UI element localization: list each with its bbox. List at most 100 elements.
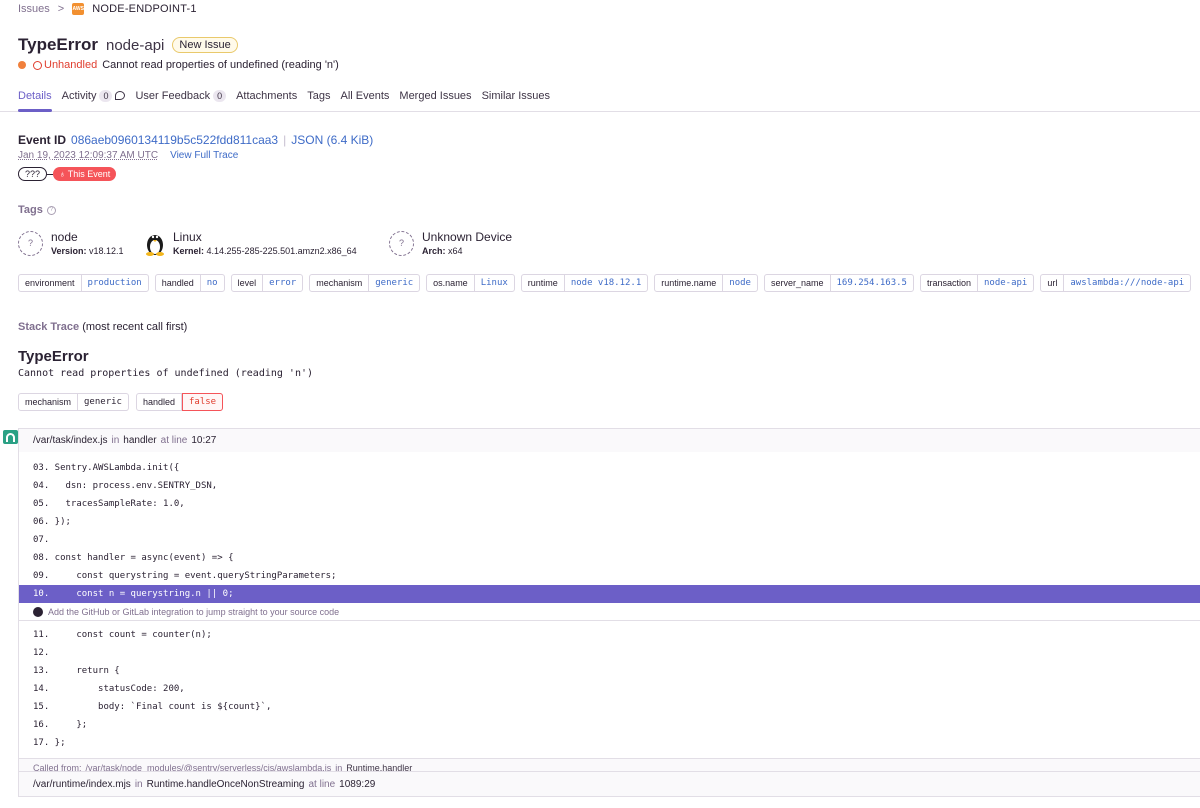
frame-in: in [134,778,143,790]
integration-hint-text: Add the GitHub or GitLab integration to … [48,606,340,617]
tab-user-feedback[interactable]: User Feedback 0 [135,84,227,111]
tag-value[interactable]: no [201,275,224,291]
in-app-frame-icon [3,430,18,444]
linux-tux-icon [146,235,164,256]
breadcrumb: Issues > AWS NODE-ENDPOINT-1 [18,3,197,15]
timeline-this-event[interactable]: ♁ This Event [53,167,117,181]
code-line: 16. }; [33,720,88,730]
issue-title-row: TypeError node-api New Issue [18,35,238,55]
tag-value[interactable]: 169.254.163.5 [831,275,913,291]
frame-line: 10:27 [191,435,217,446]
tag-value: false [182,393,224,411]
timeline-prev-event[interactable]: ??? [18,167,48,181]
tag-key: mechanism [19,394,79,410]
frame-at-line: at line [160,435,188,446]
tag-runtime[interactable]: runtime node v18.12.1 [520,274,649,292]
handled-tag: handled false [135,393,224,411]
code-line: 04. dsn: process.env.SENTRY_DSN, [33,481,218,491]
divider: | [283,133,287,147]
code-line: 05. tracesSampleRate: 1.0, [33,499,185,509]
tab-label: Attachments [236,90,298,102]
context-sub-key: Arch: [422,246,446,256]
tag-value[interactable]: node [723,275,757,291]
event-timeline: ??? ♁ This Event [18,167,117,181]
issue-subtitle: Unhandled Cannot read properties of unde… [18,59,339,71]
code-line: 14. statusCode: 200, [33,684,185,694]
tag-value[interactable]: error [263,275,302,291]
tag-key: os.name [427,275,475,291]
skull-icon [33,60,42,70]
frame-function: handler [123,435,157,446]
event-id-row: Event ID 086aeb0960134119b5c522fdd811caa… [18,133,373,147]
tag-level[interactable]: level error [230,274,304,292]
context-sub: Arch: x64 [422,246,512,256]
tab-similar-issues[interactable]: Similar Issues [482,84,550,111]
stack-trace-title: Stack Trace [18,321,80,333]
tag-handled[interactable]: handled no [154,274,225,292]
issue-tabs: Details Activity 0 User Feedback 0 Attac… [0,84,1200,112]
tag-url[interactable]: url awslambda:///node-api [1040,274,1192,292]
frame-header[interactable]: /var/runtime/index.mjs in Runtime.handle… [19,772,1200,796]
tab-tags[interactable]: Tags [307,84,330,111]
tag-os-name[interactable]: os.name Linux [426,274,515,292]
mechanism-tags: mechanism generic handled false [18,393,224,411]
tag-environment[interactable]: environment production [18,274,149,292]
feedback-count: 0 [213,90,227,102]
tag-value[interactable]: Linux [475,275,514,291]
tag-mechanism[interactable]: mechanism generic [309,274,421,292]
context-sub-value: 4.14.255-285-225.501.amzn2.x86_64 [206,246,357,256]
tag-value[interactable]: node-api [978,275,1033,291]
tab-attachments[interactable]: Attachments [236,84,297,111]
tab-merged-issues[interactable]: Merged Issues [399,84,471,111]
issue-culprit: node-api [106,36,165,54]
context-device: ? Unknown Device Arch: x64 [389,230,512,256]
context-sub-value: v18.12.1 [89,246,124,256]
active-code-line: 10. const n = querystring.n || 0; [19,585,1200,603]
frame-file: /var/runtime/index.mjs [33,778,131,790]
exception-type: TypeError [18,348,89,365]
unhandled-text: Unhandled [44,59,98,71]
event-id-link[interactable]: 086aeb0960134119b5c522fdd811caa3 [71,133,278,147]
tag-value[interactable]: production [82,275,148,291]
unknown-icon: ? [389,230,414,256]
tag-key: handled [137,394,182,410]
level-dot-icon [18,61,26,69]
tag-runtime-name[interactable]: runtime.name node [654,274,758,292]
tab-all-events[interactable]: All Events [340,84,389,111]
context-name: Unknown Device [422,230,513,244]
integration-hint[interactable]: Add the GitHub or GitLab integration to … [19,603,1200,621]
context-runtime: ? node Version: v18.12.1 [18,230,145,256]
tag-server-name[interactable]: server_name 169.254.163.5 [763,274,914,292]
tab-label: Similar Issues [481,90,551,102]
event-date: Jan 19, 2023 12:09:37 AM UTC [18,150,159,161]
context-summary: ? node Version: v18.12.1 Linux Kernel: 4… [18,230,512,256]
frame-header[interactable]: /var/task/index.js in handler at line 10… [19,429,1200,452]
this-event-label: This Event [67,169,111,179]
help-icon[interactable]: ? [46,205,56,215]
breadcrumb-project[interactable]: NODE-ENDPOINT-1 [92,3,196,15]
code-context: 03. Sentry.AWSLambda.init({ 04. dsn: pro… [19,452,1200,758]
tag-key: mechanism [310,275,370,291]
tags-label: Tags [18,204,43,216]
code-line: 11. const count = counter(n); [33,630,212,640]
tag-value[interactable]: generic [369,275,419,291]
view-full-trace-link[interactable]: View Full Trace [170,150,238,161]
tag-value[interactable]: node v18.12.1 [565,275,647,291]
frame-in: in [111,435,120,446]
event-date-row: Jan 19, 2023 12:09:37 AM UTC View Full T… [18,150,238,161]
tag-key: transaction [921,275,978,291]
json-link[interactable]: JSON (6.4 KiB) [291,133,373,147]
issue-message: Cannot read properties of undefined (rea… [102,59,339,71]
github-icon [33,606,43,617]
context-name: node [51,230,78,244]
context-sub-key: Kernel: [173,246,205,256]
context-sub-value: x64 [448,246,463,256]
stack-frame-handler: /var/task/index.js in handler at line 10… [18,428,1200,778]
fire-icon: ♁ [59,169,66,179]
tag-value[interactable]: awslambda:///node-api [1064,275,1190,291]
tag-key: level [232,275,264,291]
tag-transaction[interactable]: transaction node-api [919,274,1035,292]
breadcrumb-issues-link[interactable]: Issues [18,3,50,15]
tab-details[interactable]: Details [18,84,52,112]
tab-activity[interactable]: Activity 0 [62,84,126,111]
